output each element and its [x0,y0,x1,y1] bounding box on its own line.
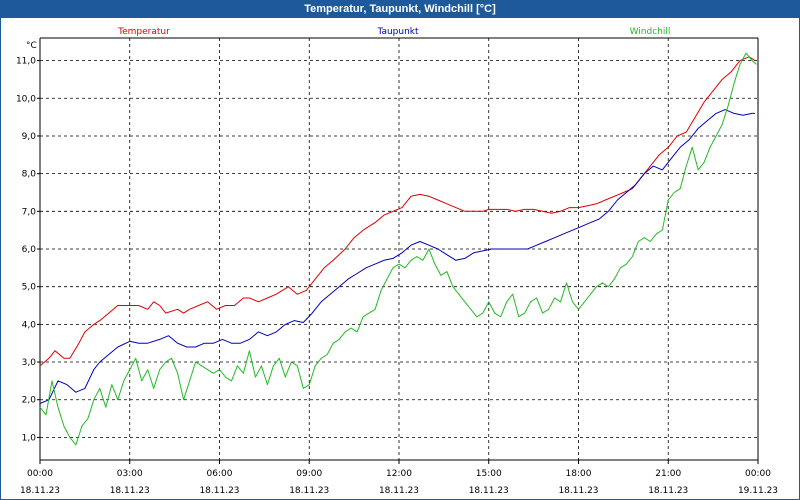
legend: Temperatur Taupunkt Windchill [117,27,670,37]
x-tick-date-label: 19.11.23 [738,486,778,496]
x-tick-time-label: 12:00 [386,469,412,479]
y-tick-label: 8,0 [22,170,37,180]
tick-labels: 1,0 2,0 3,0 4,0 5,0 6,0 7,0 8,0 9,0 10,0 11,0 00:00… [16,57,778,496]
series-line-taupunkt [39,109,755,404]
y-tick-label: 1,0 [22,433,37,443]
x-tick-date-label: 18.11.23 [199,486,239,496]
x-tick-date-label: 18.11.23 [289,486,329,496]
y-tick-label: 6,0 [22,245,37,255]
x-tick-time-label: 15:00 [476,469,502,479]
y-axis-unit: °C [26,41,37,51]
y-tick-label: 4,0 [22,320,37,330]
legend-temperatur: Temperatur [117,27,170,37]
x-tick-date-label: 18.11.23 [558,486,598,496]
y-tick-label: 7,0 [22,207,37,217]
y-tick-label: 3,0 [22,358,37,368]
x-tick-date-label: 18.11.23 [469,486,509,496]
x-tick-time-label: 00:00 [745,469,771,479]
y-tick-label: 2,0 [22,396,37,406]
y-tick-label: 11,0 [16,57,36,67]
x-tick-time-label: 00:00 [27,469,53,479]
x-tick-date-label: 18.11.23 [379,486,419,496]
x-tick-date-label: 18.11.23 [648,486,688,496]
y-tick-label: 9,0 [22,132,37,142]
legend-windchill: Windchill [630,27,671,37]
chart: °C 1,0 2,0 3,0 4,0 5,0 6,0 7,0 8,0 9,0 10,0 11,0 00… [16,27,778,496]
x-tick-date-label: 18.11.23 [110,486,150,496]
x-tick-time-label: 21:00 [655,469,681,479]
x-tick-time-label: 03:00 [117,469,143,479]
series [39,52,757,446]
series-line-windchill [39,52,757,446]
y-tick-label: 5,0 [22,283,37,293]
x-tick-time-label: 18:00 [566,469,592,479]
legend-taupunkt: Taupunkt [376,27,419,37]
x-tick-date-label: 18.11.23 [20,486,60,496]
x-tick-time-label: 06:00 [207,469,233,479]
y-tick-label: 10,0 [16,94,36,104]
x-tick-time-label: 09:00 [296,469,322,479]
grid [37,38,759,464]
